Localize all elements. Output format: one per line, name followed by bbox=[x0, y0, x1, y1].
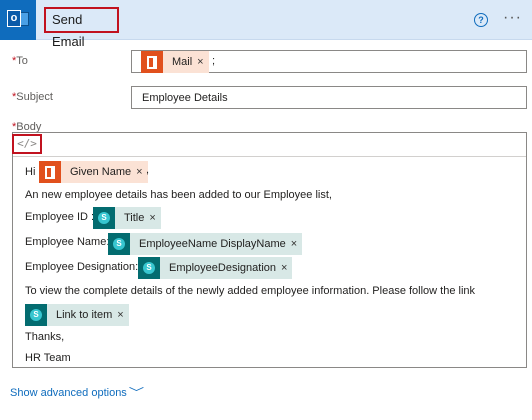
to-label: *To bbox=[12, 55, 28, 67]
to-separator: ; bbox=[212, 55, 216, 67]
action-title[interactable]: Send Email bbox=[44, 7, 119, 49]
to-mail-token[interactable]: Mail × bbox=[141, 51, 209, 73]
show-advanced-options-link[interactable]: Show advanced options bbox=[10, 387, 127, 399]
action-header[interactable]: o Send Email ? ··· bbox=[0, 0, 532, 49]
greeting-suffix: , bbox=[146, 164, 150, 176]
action-title-text: Send Email bbox=[52, 12, 85, 49]
intro-text: An new employee details has been added t… bbox=[25, 189, 332, 201]
remove-token-icon[interactable]: × bbox=[117, 309, 128, 321]
employee-name-token[interactable]: S EmployeeName DisplayName × bbox=[108, 233, 303, 255]
office-icon bbox=[141, 51, 163, 73]
to-field[interactable]: Mail × ; bbox=[131, 50, 527, 73]
subject-value: Employee Details bbox=[142, 92, 228, 104]
remove-token-icon[interactable]: × bbox=[281, 262, 292, 274]
employee-designation-label: Employee Designation: bbox=[25, 261, 139, 273]
signature-text: HR Team bbox=[25, 352, 71, 364]
title-token[interactable]: S Title × bbox=[93, 207, 161, 229]
link-to-item-token[interactable]: S Link to item × bbox=[25, 304, 129, 326]
remove-token-icon[interactable]: × bbox=[149, 212, 160, 224]
remove-token-icon[interactable]: × bbox=[197, 56, 208, 68]
help-icon[interactable]: ? bbox=[474, 13, 488, 27]
greeting-text: Hi bbox=[25, 166, 36, 178]
sharepoint-icon: S bbox=[25, 304, 47, 326]
thanks-text: Thanks, bbox=[25, 331, 65, 343]
employee-id-label: Employee ID : bbox=[25, 211, 95, 223]
outlook-icon: o bbox=[0, 0, 36, 40]
body-toolbar-divider bbox=[13, 156, 526, 157]
code-view-toggle[interactable]: </> bbox=[12, 134, 42, 154]
sharepoint-icon: S bbox=[138, 257, 160, 279]
subject-label: *Subject bbox=[12, 91, 53, 103]
subject-field[interactable]: Employee Details bbox=[131, 86, 527, 109]
sharepoint-icon: S bbox=[108, 233, 130, 255]
remove-token-icon[interactable]: × bbox=[291, 238, 302, 250]
chevron-down-icon[interactable]: ﹀ bbox=[129, 384, 144, 400]
employee-designation-token[interactable]: S EmployeeDesignation × bbox=[138, 257, 293, 279]
employee-name-label: Employee Name: bbox=[25, 236, 110, 248]
sharepoint-icon: S bbox=[93, 207, 115, 229]
more-options-icon[interactable]: ··· bbox=[503, 10, 522, 26]
given-name-token[interactable]: Given Name × bbox=[39, 161, 148, 183]
instruction-text: To view the complete details of the newl… bbox=[25, 285, 476, 297]
office-icon bbox=[39, 161, 61, 183]
